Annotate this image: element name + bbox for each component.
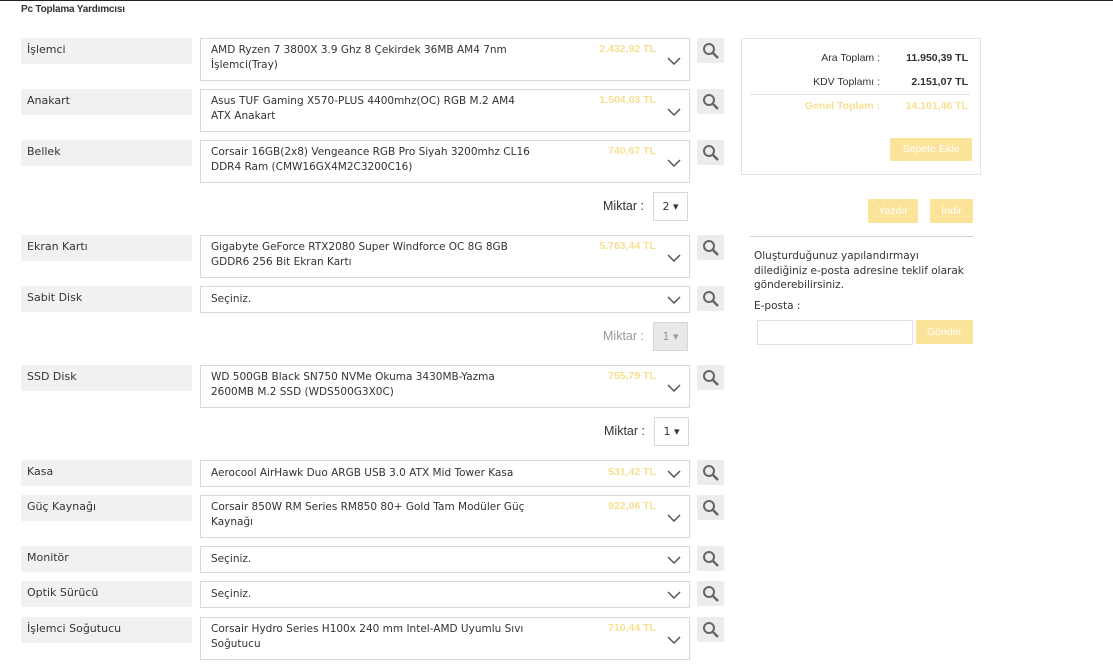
cpu-search-button[interactable] [697,38,724,63]
monitor-search-button[interactable] [697,546,724,571]
case-select[interactable]: Aerocool AirHawk Duo ARGB USB 3.0 ATX Mi… [200,460,690,487]
psu-select[interactable]: Corsair 850W RM Series RM850 80+ Gold Ta… [200,495,690,538]
memory-quantity-select[interactable]: 2 ▾ [653,192,688,221]
share-divider [750,236,973,237]
chevron-down-icon [667,57,681,65]
top-border [0,0,1113,1]
row-label-optical: Optik Sürücü [21,581,192,607]
cooler-product: Corsair Hydro Series H100x 240 mm Intel-… [211,623,524,650]
cooler-select[interactable]: Corsair Hydro Series H100x 240 mm Intel-… [200,617,690,660]
ssd-price: 755,79 TL [608,370,656,382]
optical-product: Seçiniz. [211,588,252,600]
gpu-select[interactable]: Gigabyte GeForce RTX2080 Super Windforce… [200,235,690,278]
grand-total-label: Genel Toplam : [804,100,880,112]
row-label-cpu: İşlemci [21,38,192,64]
search-icon [703,370,719,386]
psu-product: Corsair 850W RM Series RM850 80+ Gold Ta… [211,501,525,528]
summary-divider [750,94,970,95]
search-icon [703,43,719,59]
case-price: 531,42 TL [608,466,656,478]
cooler-search-button[interactable] [697,617,724,642]
search-icon [703,94,719,110]
email-label: E-posta : [754,300,801,312]
case-search-button[interactable] [697,460,724,485]
motherboard-price: 1.504,03 TL [599,94,656,106]
summary-panel: Ara Toplam : 11.950,39 TL KDV Toplamı : … [741,38,981,175]
gpu-price: 5.763,44 TL [599,240,656,252]
chevron-down-icon [667,636,681,644]
memory-product: Corsair 16GB(2x8) Vengeance RGB Pro Siya… [211,146,530,173]
row-label-case: Kasa [21,460,192,486]
memory-price: 740,67 TL [608,145,656,157]
case-product: Aerocool AirHawk Duo ARGB USB 3.0 ATX Mi… [211,467,514,479]
search-icon [703,586,719,602]
search-icon [703,551,719,567]
cpu-select[interactable]: AMD Ryzen 7 3800X 3.9 Ghz 8 Çekirdek 36M… [200,38,690,81]
subtotal-label: Ara Toplam : [821,52,880,64]
chevron-down-icon [667,470,681,478]
chevron-down-icon [667,384,681,392]
hdd-search-button[interactable] [697,286,724,311]
chevron-down-icon [667,591,681,599]
email-input[interactable] [757,320,913,345]
search-icon [703,465,719,481]
chevron-down-icon [667,296,681,304]
send-button[interactable]: Gönder [916,320,973,344]
subtotal-value: 11.950,39 TL [906,52,968,64]
cooler-price: 710,44 TL [608,622,656,634]
share-info-text: Oluşturduğunuz yapılandırmayı dilediğini… [754,250,964,291]
grand-total-value: 14.101,46 TL [905,100,968,112]
add-to-cart-button[interactable]: Sepete Ekle [890,138,972,161]
row-label-ssd: SSD Disk [21,365,192,391]
ssd-quantity-label: Miktar : [604,424,645,438]
motherboard-product: Asus TUF Gaming X570-PLUS 4400mhz(OC) RG… [211,95,515,122]
print-button[interactable]: Yazdır [868,199,918,223]
memory-search-button[interactable] [697,140,724,165]
optical-search-button[interactable] [697,581,724,606]
row-label-hdd: Sabit Disk [21,286,192,312]
ssd-product: WD 500GB Black SN750 NVMe Okuma 3430MB-Y… [211,371,495,398]
search-icon [703,500,719,516]
search-icon [703,622,719,638]
gpu-product: Gigabyte GeForce RTX2080 Super Windforce… [211,241,508,268]
search-icon [703,291,719,307]
motherboard-search-button[interactable] [697,89,724,114]
hdd-product: Seçiniz. [211,293,252,305]
psu-search-button[interactable] [697,495,724,520]
row-label-monitor: Monitör [21,546,192,572]
page-title: Pc Toplama Yardımcısı [21,4,125,15]
chevron-down-icon [667,159,681,167]
memory-select[interactable]: Corsair 16GB(2x8) Vengeance RGB Pro Siya… [200,140,690,183]
chevron-down-icon [667,254,681,262]
chevron-down-icon [667,556,681,564]
ssd-quantity-select[interactable]: 1 ▾ [654,417,689,446]
gpu-search-button[interactable] [697,235,724,260]
psu-price: 922,06 TL [608,500,656,512]
row-label-cooler: İşlemci Soğutucu [21,617,192,643]
hdd-select[interactable]: Seçiniz. [200,286,690,313]
monitor-select[interactable]: Seçiniz. [200,546,690,573]
search-icon [703,240,719,256]
chevron-down-icon [667,514,681,522]
ssd-select[interactable]: WD 500GB Black SN750 NVMe Okuma 3430MB-Y… [200,365,690,408]
row-label-psu: Güç Kaynağı [21,495,192,521]
optical-select[interactable]: Seçiniz. [200,581,690,608]
cpu-price: 2.432,92 TL [599,43,656,55]
hdd-quantity-select[interactable]: 1 ▾ [653,322,688,351]
motherboard-select[interactable]: Asus TUF Gaming X570-PLUS 4400mhz(OC) RG… [200,89,690,132]
vat-value: 2.151,07 TL [911,76,968,88]
vat-label: KDV Toplamı : [813,76,880,88]
download-button[interactable]: İndir [930,199,973,223]
search-icon [703,145,719,161]
chevron-down-icon [667,108,681,116]
ssd-search-button[interactable] [697,365,724,390]
memory-quantity-label: Miktar : [603,199,644,213]
row-label-motherboard: Anakart [21,89,192,115]
cpu-product: AMD Ryzen 7 3800X 3.9 Ghz 8 Çekirdek 36M… [211,44,507,71]
row-label-gpu: Ekran Kartı [21,235,192,261]
hdd-quantity-label: Miktar : [603,329,644,343]
row-label-memory: Bellek [21,140,192,166]
monitor-product: Seçiniz. [211,553,252,565]
